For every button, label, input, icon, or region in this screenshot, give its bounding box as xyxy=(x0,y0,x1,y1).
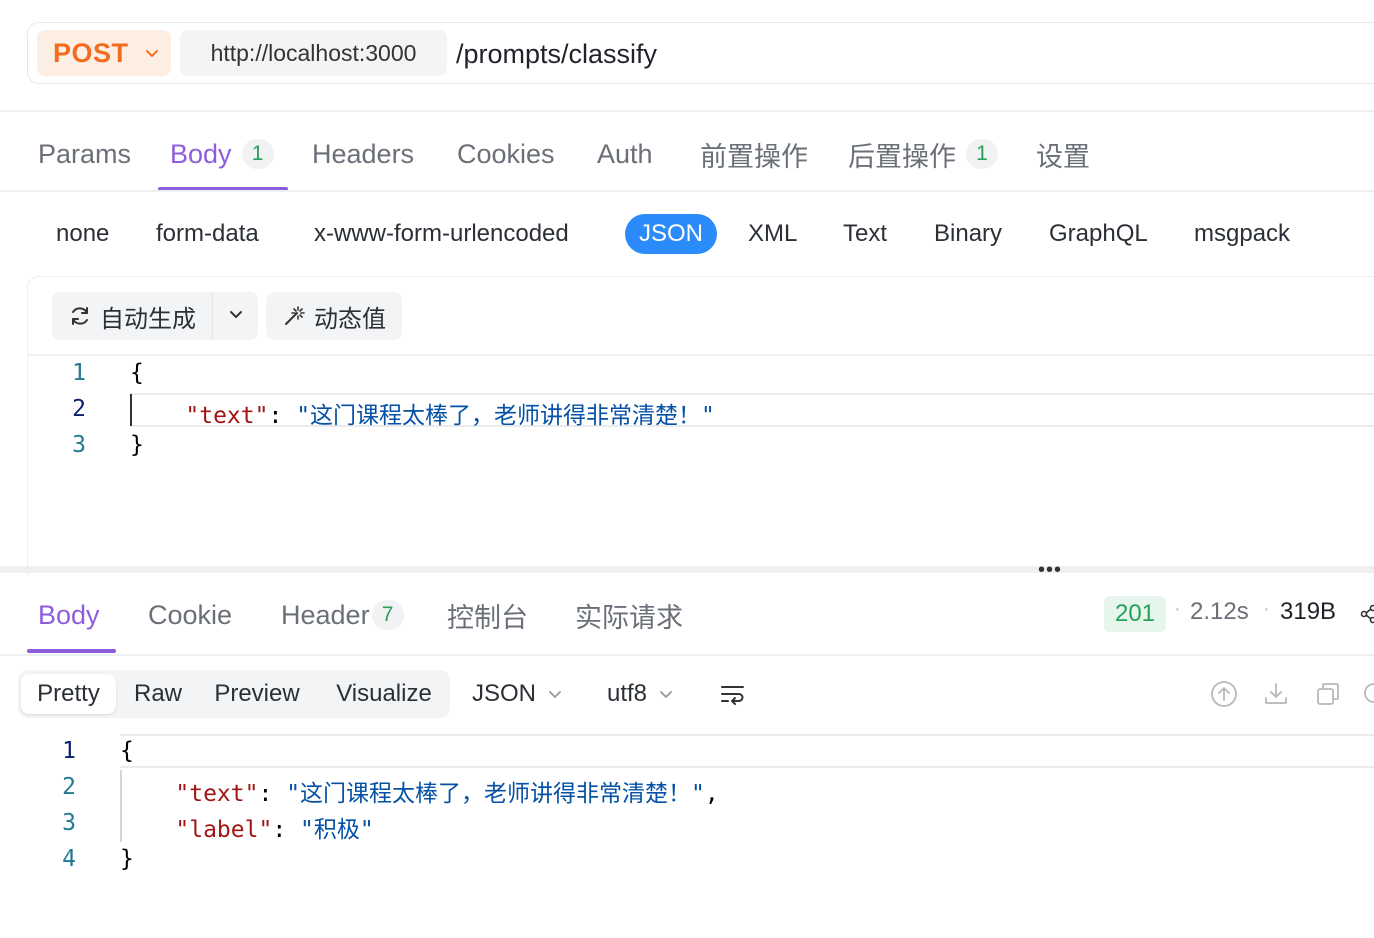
view-preview[interactable]: Preview xyxy=(203,674,311,714)
path-input[interactable] xyxy=(456,35,1356,73)
tab-cookies[interactable]: Cookies xyxy=(457,134,555,174)
separator-dot: · xyxy=(1174,598,1181,620)
code-line[interactable]: "text": "这门课程太棒了，老师讲得非常清楚！" xyxy=(130,396,715,430)
body-type-json[interactable]: JSON xyxy=(625,214,718,254)
response-tab-header[interactable]: Header 7 xyxy=(281,596,404,634)
panel-resize-handle[interactable] xyxy=(0,566,1374,573)
auto-generate-button[interactable]: 自动生成 xyxy=(52,292,212,340)
code-line[interactable]: { xyxy=(130,360,144,386)
tab-settings[interactable]: 设置 xyxy=(1036,134,1090,174)
json-string-value: "积极" xyxy=(300,817,374,843)
copy-icon[interactable] xyxy=(1313,679,1343,709)
drag-handle-icon[interactable]: ••• xyxy=(1038,560,1062,580)
chevron-down-icon xyxy=(546,685,564,703)
divider xyxy=(0,654,1374,656)
status-badge: 201 xyxy=(1104,596,1166,632)
line-number: 3 xyxy=(62,810,76,836)
json-key: "text" xyxy=(185,403,269,429)
code-line[interactable]: "text": "这门课程太棒了，老师讲得非常清楚！", xyxy=(120,774,718,808)
response-tab-console[interactable]: 控制台 xyxy=(447,596,528,634)
url-bar: POST http://localhost:3000 xyxy=(27,22,1374,84)
post-count-badge: 1 xyxy=(966,139,998,169)
json-string-value: "这门课程太棒了，老师讲得非常清楚！" xyxy=(296,403,715,429)
body-type-none[interactable]: none xyxy=(56,214,109,254)
tab-headers[interactable]: Headers xyxy=(312,134,414,174)
divider xyxy=(0,110,1374,112)
json-string-value: "这门课程太棒了，老师讲得非常清楚！" xyxy=(286,781,705,807)
current-line-highlight xyxy=(120,734,1374,768)
view-raw[interactable]: Raw xyxy=(124,674,192,714)
body-count-badge: 1 xyxy=(241,139,274,169)
word-wrap-icon[interactable] xyxy=(718,679,748,709)
header-count-badge: 7 xyxy=(371,600,404,630)
tab-post-processors[interactable]: 后置操作 1 xyxy=(848,134,998,174)
json-key: "text" xyxy=(175,781,259,807)
code-line[interactable]: } xyxy=(130,432,144,458)
base-url[interactable]: http://localhost:3000 xyxy=(180,30,447,76)
tab-auth[interactable]: Auth xyxy=(597,134,653,174)
search-icon[interactable] xyxy=(1362,681,1374,712)
code-line[interactable]: "label": "积极" xyxy=(120,810,374,844)
dynamic-value-button[interactable]: 动态值 xyxy=(266,292,402,340)
share-icon[interactable] xyxy=(1360,602,1374,631)
separator-dot: · xyxy=(1263,598,1270,620)
tab-params[interactable]: Params xyxy=(38,134,131,174)
divider xyxy=(27,354,1374,356)
response-size: 319B xyxy=(1280,598,1337,625)
tab-body[interactable]: Body 1 xyxy=(170,134,274,174)
body-type-graphql[interactable]: GraphQL xyxy=(1049,214,1148,254)
body-type-text[interactable]: Text xyxy=(843,214,887,254)
chevron-down-icon xyxy=(143,44,161,67)
code-line[interactable]: { xyxy=(120,738,134,764)
tab-pre-processors[interactable]: 前置操作 xyxy=(700,134,808,174)
format-select[interactable]: JSON xyxy=(472,676,564,712)
response-tab-cookie[interactable]: Cookie xyxy=(148,596,232,634)
download-icon[interactable] xyxy=(1261,679,1291,709)
chevron-down-icon xyxy=(657,685,675,703)
method-select[interactable]: POST xyxy=(37,30,171,76)
line-number: 2 xyxy=(72,396,86,422)
chevron-down-icon xyxy=(226,304,246,329)
line-number: 1 xyxy=(72,360,86,386)
body-type-msgpack[interactable]: msgpack xyxy=(1194,214,1290,254)
divider xyxy=(0,190,1374,192)
view-visualize[interactable]: Visualize xyxy=(322,674,446,714)
response-tab-body[interactable]: Body xyxy=(38,596,100,634)
response-time: 2.12s xyxy=(1190,598,1249,625)
auto-generate-options[interactable] xyxy=(212,292,258,340)
line-number: 1 xyxy=(62,738,76,764)
active-tab-indicator xyxy=(27,649,116,653)
body-type-binary[interactable]: Binary xyxy=(934,214,1002,254)
encoding-select[interactable]: utf8 xyxy=(607,676,675,712)
view-pretty[interactable]: Pretty xyxy=(21,674,116,714)
response-tab-actual-request[interactable]: 实际请求 xyxy=(575,596,683,634)
magic-wand-icon xyxy=(282,304,306,328)
method-label: POST xyxy=(53,37,129,68)
refresh-icon xyxy=(68,304,92,328)
line-number: 2 xyxy=(62,774,76,800)
line-number: 3 xyxy=(72,432,86,458)
body-type-form-data[interactable]: form-data xyxy=(156,214,259,254)
line-number: 4 xyxy=(62,846,76,872)
body-type-urlencoded[interactable]: x-www-form-urlencoded xyxy=(314,214,569,254)
upload-icon[interactable] xyxy=(1209,679,1239,709)
code-line[interactable]: } xyxy=(120,846,134,872)
body-type-xml[interactable]: XML xyxy=(748,214,797,254)
json-key: "label" xyxy=(175,817,273,843)
